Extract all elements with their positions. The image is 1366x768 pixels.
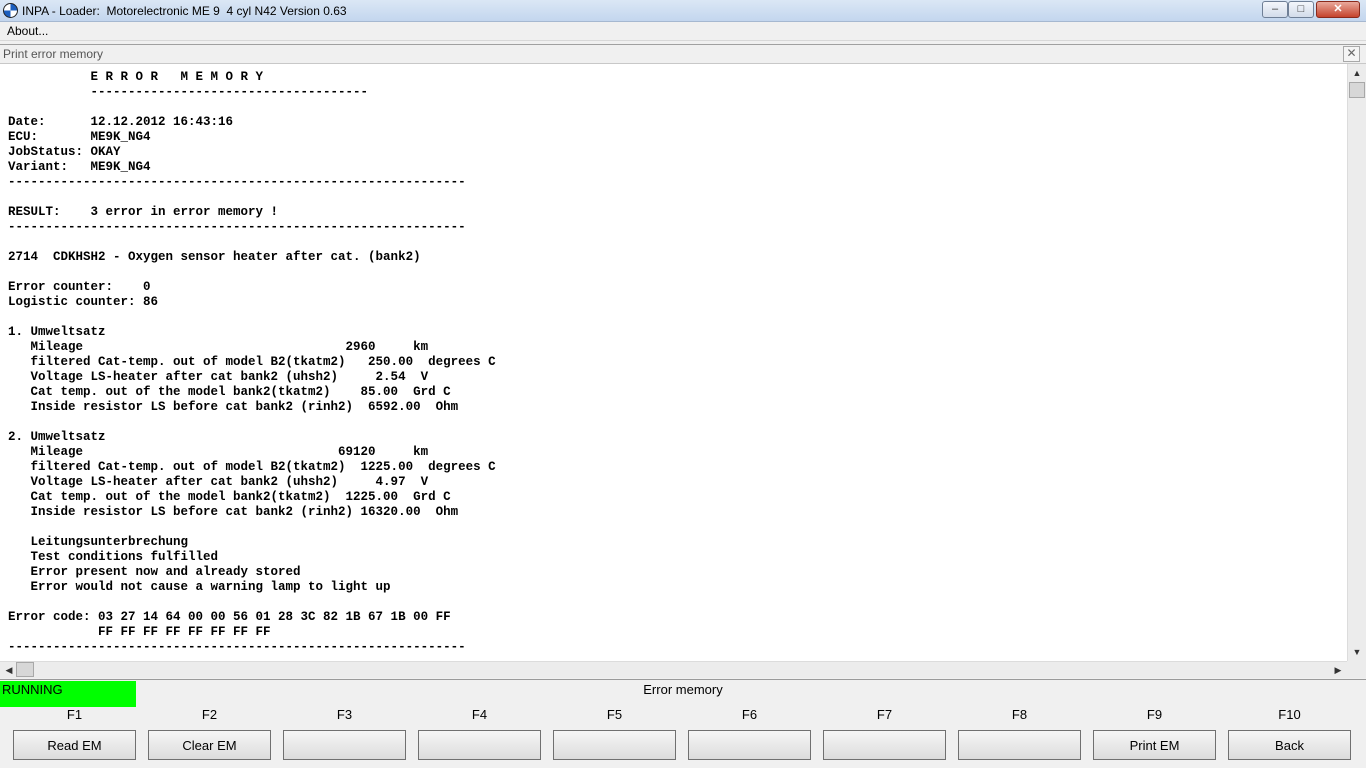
vertical-scroll-thumb[interactable] [1349,82,1365,98]
bmw-logo-icon [3,3,18,18]
scroll-down-icon[interactable]: ▼ [1350,645,1364,659]
fkey-label-f5: F5 [606,707,623,722]
error-memory-report[interactable]: E R R O R M E M O R Y ------------------… [0,64,1347,661]
fkey-button-f8[interactable] [958,730,1081,760]
scroll-right-icon[interactable]: ▶ [1331,663,1345,677]
fkey-label-f4: F4 [471,707,488,722]
scroll-corner [1347,661,1366,678]
fkey-button-f7[interactable] [823,730,946,760]
fkey-button-f5[interactable] [553,730,676,760]
print-window-title: Print error memory [3,47,104,61]
fkey-label-f3: F3 [336,707,353,722]
fkey-label-f6: F6 [741,707,758,722]
screen-name: Error memory [643,682,723,697]
fkey-label-f1: F1 [66,707,83,722]
status-running-indicator: RUNNING [0,681,136,707]
fkey-button-f2[interactable]: Clear EM [148,730,271,760]
fkey-button-f10[interactable]: Back [1228,730,1351,760]
print-window-close-button[interactable]: ✕ [1343,46,1360,62]
fkey-label-f7: F7 [876,707,893,722]
menu-about[interactable]: About... [7,24,48,38]
menu-bar: About... [0,22,1366,41]
fkey-label-f8: F8 [1011,707,1028,722]
window-title: INPA - Loader: Motorelectronic ME 9 4 cy… [22,4,347,18]
fkey-button-f9[interactable]: Print EM [1093,730,1216,760]
fkey-label-f10: F10 [1278,707,1301,722]
fkey-button-f1[interactable]: Read EM [13,730,136,760]
print-window-header: Print error memory ✕ [0,44,1366,64]
close-button[interactable]: ✕ [1316,1,1360,18]
title-bar[interactable]: INPA - Loader: Motorelectronic ME 9 4 cy… [0,0,1366,22]
vertical-scrollbar[interactable]: ▲ ▼ [1347,64,1366,661]
fkey-button-f6[interactable] [688,730,811,760]
maximize-button[interactable]: □ [1288,1,1314,18]
scroll-up-icon[interactable]: ▲ [1350,66,1364,80]
horizontal-scroll-thumb[interactable] [16,662,34,677]
horizontal-scrollbar[interactable]: ◀ ▶ [0,661,1347,678]
report-text: E R R O R M E M O R Y ------------------… [8,70,496,654]
fkey-button-f3[interactable] [283,730,406,760]
status-bar: Error memory RUNNING [0,679,1366,707]
scroll-left-icon[interactable]: ◀ [2,663,16,677]
minimize-button[interactable]: – [1262,1,1288,18]
fkey-button-f4[interactable] [418,730,541,760]
fkey-label-f2: F2 [201,707,218,722]
fkey-label-f9: F9 [1146,707,1163,722]
